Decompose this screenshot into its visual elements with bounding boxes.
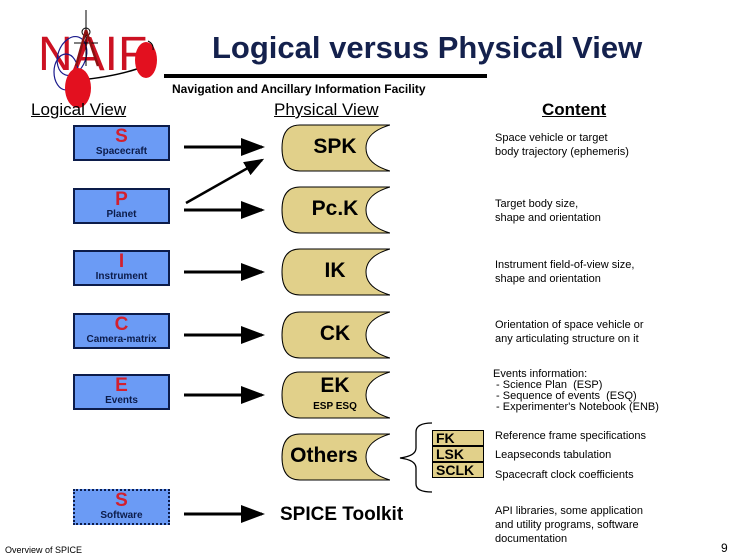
- physical-label: CK: [319, 322, 351, 345]
- physical-label: Pc.K: [311, 197, 359, 220]
- physical-label: SPK: [313, 135, 357, 158]
- desc-line: - Experimenter's Notebook (ENB): [493, 401, 659, 413]
- physical-label: Others: [290, 444, 358, 467]
- desc-line: API libraries, some application: [495, 505, 643, 517]
- physical-scroll-ck: CK: [280, 311, 390, 359]
- desc-line: Instrument field-of-view size,: [495, 259, 635, 271]
- content-lsk: Leapseconds tabulation: [495, 449, 612, 461]
- physical-sublabel: ESP ESQ: [313, 401, 357, 412]
- desc-line: any articulating structure on it: [495, 333, 639, 345]
- physical-scroll-others: Others: [280, 433, 390, 481]
- spice-toolkit-label: SPICE Toolkit: [280, 504, 404, 525]
- physical-scroll-pck: Pc.K: [280, 186, 390, 234]
- content-toolkit: API libraries, some application and util…: [495, 504, 643, 546]
- desc-line: and utility programs, software: [495, 519, 639, 531]
- physical-label: EK: [320, 374, 350, 397]
- physical-label: IK: [324, 259, 346, 282]
- desc-line: documentation: [495, 533, 568, 545]
- desc-line: Orientation of space vehicle or: [495, 319, 644, 331]
- desc-line: body trajectory (ephemeris): [495, 146, 629, 158]
- others-brace: [399, 422, 433, 493]
- physical-scroll-spk: SPK: [280, 124, 390, 172]
- desc-line: Target body size,: [495, 198, 579, 210]
- physical-scroll-ek: EK ESP ESQ: [280, 371, 390, 419]
- content-ik: Instrument field-of-view size, shape and…: [495, 258, 634, 286]
- footer-label: Overview of SPICE: [5, 545, 83, 555]
- content-ek: Events information: - Science Plan (ESP)…: [493, 369, 659, 413]
- content-sclk: Spacecraft clock coefficients: [495, 469, 634, 481]
- arrow-planet-spk: [185, 158, 265, 205]
- kernel-box-fk: FK: [432, 430, 484, 446]
- kernel-box-sclk: SCLK: [432, 462, 484, 478]
- page-number: 9: [721, 541, 728, 555]
- kernel-box-lsk: LSK: [432, 446, 484, 462]
- desc-line: shape and orientation: [495, 212, 601, 224]
- physical-scroll-ik: IK: [280, 248, 390, 296]
- desc-line: shape and orientation: [495, 273, 601, 285]
- content-spk: Space vehicle or target body trajectory …: [495, 131, 629, 159]
- content-pck: Target body size, shape and orientation: [495, 197, 601, 225]
- content-fk: Reference frame specifications: [495, 430, 647, 442]
- content-ck: Orientation of space vehicle or any arti…: [495, 318, 644, 346]
- desc-line: Space vehicle or target: [495, 132, 608, 144]
